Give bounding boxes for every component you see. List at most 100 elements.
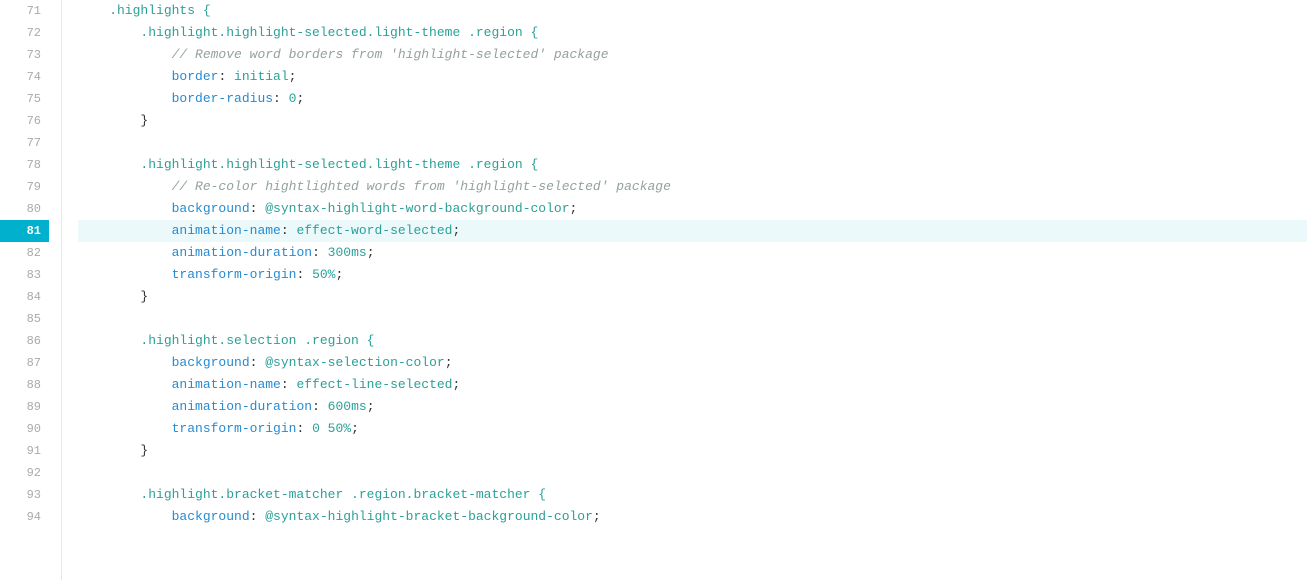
token: :	[312, 396, 328, 418]
code-line-93[interactable]: .highlight.bracket-matcher .region.brack…	[78, 484, 1307, 506]
code-line-90[interactable]: transform-origin: 0 50%;	[78, 418, 1307, 440]
token: 50%	[312, 264, 335, 286]
token: background	[172, 506, 250, 528]
token	[78, 352, 172, 374]
token	[78, 242, 172, 264]
token: 0 50%	[312, 418, 351, 440]
token: .highlights {	[78, 0, 211, 22]
line-number-72: 72	[0, 22, 49, 44]
code-line-91[interactable]: }	[78, 440, 1307, 462]
token	[78, 396, 172, 418]
token	[78, 418, 172, 440]
token: // Re-color hightlighted words from 'hig…	[172, 176, 671, 198]
token: }	[78, 110, 148, 132]
line-number-94: 94	[0, 506, 49, 528]
line-number-81: 81	[0, 220, 49, 242]
code-line-74[interactable]: border: initial;	[78, 66, 1307, 88]
token: animation-duration	[172, 242, 312, 264]
line-number-71: 71	[0, 0, 49, 22]
token: animation-name	[172, 220, 281, 242]
token: :	[296, 418, 312, 440]
token: :	[218, 66, 234, 88]
code-line-94[interactable]: background: @syntax-highlight-bracket-ba…	[78, 506, 1307, 528]
token: :	[281, 374, 297, 396]
token: animation-duration	[172, 396, 312, 418]
token: transform-origin	[172, 264, 297, 286]
code-line-76[interactable]: }	[78, 110, 1307, 132]
code-line-85[interactable]	[78, 308, 1307, 330]
line-number-85: 85	[0, 308, 49, 330]
token: background	[172, 352, 250, 374]
line-number-87: 87	[0, 352, 49, 374]
token: .highlight.selection .region {	[78, 330, 374, 352]
line-number-89: 89	[0, 396, 49, 418]
code-line-87[interactable]: background: @syntax-selection-color;	[78, 352, 1307, 374]
token: border	[172, 66, 219, 88]
token: ;	[367, 242, 375, 264]
line-number-90: 90	[0, 418, 49, 440]
token: .highlight.highlight-selected.light-them…	[78, 22, 538, 44]
code-line-75[interactable]: border-radius: 0;	[78, 88, 1307, 110]
line-number-79: 79	[0, 176, 49, 198]
line-number-83: 83	[0, 264, 49, 286]
line-number-88: 88	[0, 374, 49, 396]
code-line-81[interactable]: animation-name: effect-word-selected;	[78, 220, 1307, 242]
token	[78, 66, 172, 88]
token: initial	[234, 66, 289, 88]
code-line-79[interactable]: // Re-color hightlighted words from 'hig…	[78, 176, 1307, 198]
token: 0	[289, 88, 297, 110]
line-number-77: 77	[0, 132, 49, 154]
code-line-73[interactable]: // Remove word borders from 'highlight-s…	[78, 44, 1307, 66]
token: border-radius	[172, 88, 273, 110]
code-line-77[interactable]	[78, 132, 1307, 154]
token: @syntax-highlight-word-background-color	[265, 198, 569, 220]
line-number-93: 93	[0, 484, 49, 506]
code-line-80[interactable]: background: @syntax-highlight-word-backg…	[78, 198, 1307, 220]
token: ;	[445, 352, 453, 374]
code-line-84[interactable]: }	[78, 286, 1307, 308]
token: .highlight.bracket-matcher .region.brack…	[78, 484, 546, 506]
token: :	[250, 352, 266, 374]
token: ;	[452, 220, 460, 242]
editor-container: 7172737475767778798081828384858687888990…	[0, 0, 1307, 580]
token: animation-name	[172, 374, 281, 396]
code-line-72[interactable]: .highlight.highlight-selected.light-them…	[78, 22, 1307, 44]
token: ;	[335, 264, 343, 286]
code-line-78[interactable]: .highlight.highlight-selected.light-them…	[78, 154, 1307, 176]
token: }	[78, 286, 148, 308]
token: ;	[367, 396, 375, 418]
token: ;	[570, 198, 578, 220]
code-line-82[interactable]: animation-duration: 300ms;	[78, 242, 1307, 264]
code-line-83[interactable]: transform-origin: 50%;	[78, 264, 1307, 286]
token: 600ms	[328, 396, 367, 418]
token: 300ms	[328, 242, 367, 264]
token: :	[250, 198, 266, 220]
token	[78, 44, 172, 66]
token: @syntax-highlight-bracket-background-col…	[265, 506, 593, 528]
token: ;	[593, 506, 601, 528]
code-area[interactable]: .highlights { .highlight.highlight-selec…	[62, 0, 1307, 580]
token: // Remove word borders from 'highlight-s…	[172, 44, 609, 66]
code-line-88[interactable]: animation-name: effect-line-selected;	[78, 374, 1307, 396]
token: ;	[351, 418, 359, 440]
line-number-75: 75	[0, 88, 49, 110]
token: :	[296, 264, 312, 286]
token	[78, 176, 172, 198]
token: effect-line-selected	[296, 374, 452, 396]
line-number-91: 91	[0, 440, 49, 462]
token	[78, 506, 172, 528]
token	[78, 88, 172, 110]
code-line-86[interactable]: .highlight.selection .region {	[78, 330, 1307, 352]
token: ;	[289, 66, 297, 88]
token: :	[281, 220, 297, 242]
token: @syntax-selection-color	[265, 352, 444, 374]
line-number-78: 78	[0, 154, 49, 176]
token: :	[273, 88, 289, 110]
code-line-92[interactable]	[78, 462, 1307, 484]
code-line-89[interactable]: animation-duration: 600ms;	[78, 396, 1307, 418]
token	[78, 264, 172, 286]
token: }	[78, 440, 148, 462]
code-line-71[interactable]: .highlights {	[78, 0, 1307, 22]
line-number-73: 73	[0, 44, 49, 66]
line-number-82: 82	[0, 242, 49, 264]
